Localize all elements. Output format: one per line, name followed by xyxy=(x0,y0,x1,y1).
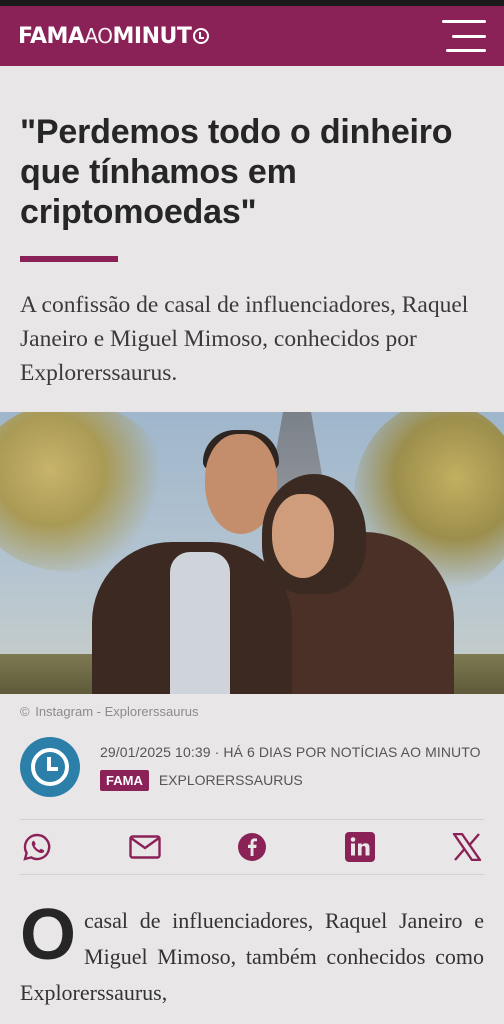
article-meta: 29/01/2025 10:39 · HÁ 6 DIAS POR NOTÍCIA… xyxy=(0,737,504,797)
logo-ao: AO xyxy=(84,24,113,48)
article-photo[interactable] xyxy=(0,412,504,694)
tag-link[interactable]: EXPLORERSSAURUS xyxy=(159,772,303,788)
article-body-text: casal de influenciadores, Raquel Janeiro… xyxy=(20,908,484,1005)
clock-icon xyxy=(193,28,210,44)
clock-icon xyxy=(31,748,69,786)
linkedin-icon[interactable] xyxy=(343,830,377,864)
photo-face xyxy=(272,494,334,578)
top-bar: FAMA AO MINUT xyxy=(0,6,504,66)
logo-minuto: MINUT xyxy=(112,23,192,49)
section-badge[interactable]: FAMA xyxy=(100,769,149,791)
menu-icon-line xyxy=(446,49,486,52)
menu-icon-line xyxy=(452,34,486,38)
logo-fama: FAMA xyxy=(18,23,85,49)
article-body: O casal de influenciadores, Raquel Janei… xyxy=(20,895,484,1011)
menu-button[interactable] xyxy=(442,20,486,52)
photo-caption: © Instagram - Explorerssaurus xyxy=(0,704,504,719)
article: "Perdemos todo o dinheiro que tínhamos e… xyxy=(0,112,504,1011)
photo-credit: Instagram - Explorerssaurus xyxy=(35,704,199,719)
author-avatar[interactable] xyxy=(20,737,80,797)
publish-info: 29/01/2025 10:39 · HÁ 6 DIAS POR NOTÍCIA… xyxy=(100,743,481,760)
copyright-symbol: © xyxy=(20,704,30,719)
photo-shirt xyxy=(170,552,230,694)
article-headline: "Perdemos todo o dinheiro que tínhamos e… xyxy=(20,113,453,231)
email-icon[interactable] xyxy=(128,830,162,864)
menu-icon-line xyxy=(442,20,486,23)
headline-divider xyxy=(20,256,118,262)
x-icon[interactable] xyxy=(450,830,484,864)
facebook-icon[interactable] xyxy=(235,830,269,864)
drop-cap: O xyxy=(20,895,77,975)
article-lead: A confissão de casal de influenciadores,… xyxy=(20,292,469,386)
whatsapp-icon[interactable] xyxy=(20,830,54,864)
share-bar xyxy=(20,819,484,875)
site-logo[interactable]: FAMA AO MINUT xyxy=(18,23,210,49)
